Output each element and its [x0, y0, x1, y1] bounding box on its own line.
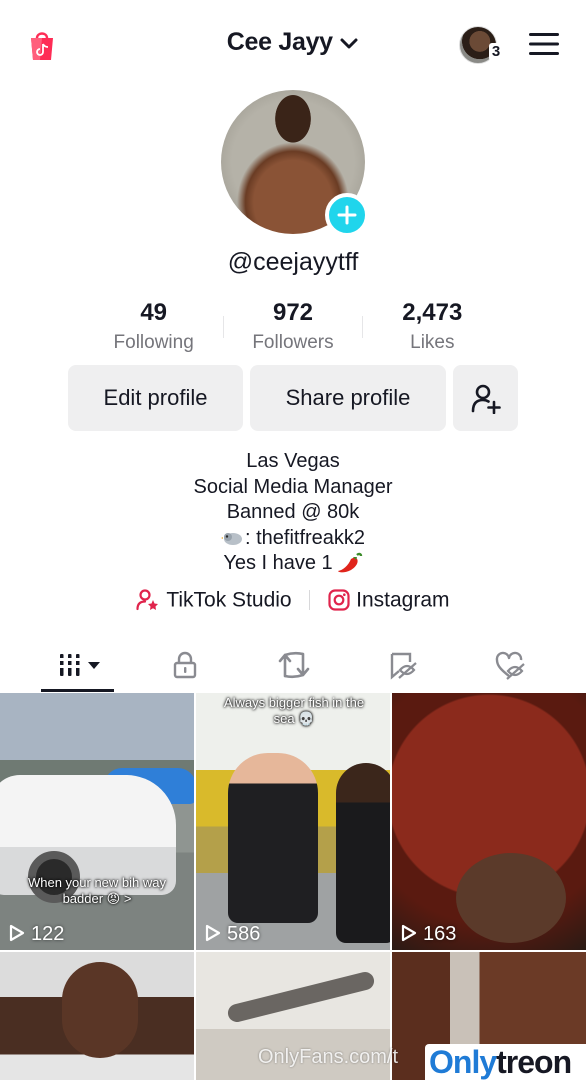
repost-icon	[278, 651, 310, 679]
video-caption: Always bigger fish in the sea 💀	[223, 695, 365, 726]
stat-divider	[223, 316, 224, 338]
bio-line-pepper: Yes I have 1	[0, 551, 586, 577]
stat-value: 972	[272, 299, 314, 326]
profile-links: TikTok Studio Instagram	[0, 588, 586, 612]
stat-divider	[362, 316, 363, 338]
tab-liked[interactable]	[470, 646, 550, 686]
chili-pepper-icon	[337, 552, 362, 573]
active-tab-indicator	[41, 689, 114, 692]
watermark-text: OnlyFans.com/t	[258, 1046, 399, 1068]
instagram-icon	[328, 589, 350, 612]
watermark-logo: Onlytreon	[425, 1044, 586, 1080]
add-story-button[interactable]	[325, 193, 369, 237]
play-icon	[9, 924, 25, 942]
video-thumbnail[interactable]: 163	[392, 693, 586, 950]
view-count: 122	[9, 923, 64, 946]
bio-text: Yes I have 1	[223, 552, 333, 574]
video-grid: When your new bih way badder 😡 > 122 Alw…	[0, 693, 586, 1080]
link-divider	[309, 590, 311, 611]
profile-handle: @ceejayytff	[227, 248, 359, 276]
bio-snapchat-handle: : thefitfreakk2	[244, 526, 366, 549]
view-count-value: 122	[31, 923, 65, 945]
tab-videos[interactable]	[36, 646, 116, 686]
stat-following[interactable]: 49 Following	[84, 298, 223, 358]
bio-line-ghost: : thefitfreakk2	[0, 526, 586, 552]
bio-line: Social Media Manager	[193, 475, 393, 498]
view-count-value: 586	[227, 923, 261, 945]
tab-hidden[interactable]	[364, 646, 444, 686]
edit-profile-button[interactable]: Edit profile	[68, 365, 243, 431]
video-caption: When your new bih way badder 😡 >	[27, 875, 166, 906]
videos-grid-icon	[60, 654, 100, 676]
video-thumbnail[interactable]: Always bigger fish in the sea 💀 586	[196, 693, 390, 950]
lock-icon	[173, 651, 197, 679]
thumbnail-image	[336, 763, 390, 943]
play-icon	[401, 924, 417, 942]
bio-line: Banned @ 80k	[226, 501, 360, 523]
view-count: 586	[205, 923, 260, 946]
profile-title: Cee Jayy	[226, 28, 333, 56]
tab-private[interactable]	[146, 646, 226, 686]
stat-label: Followers	[252, 332, 334, 353]
view-count-value: 163	[423, 923, 457, 945]
chevron-down-icon	[340, 38, 358, 49]
profile-bio: Las Vegas Social Media Manager Banned @ …	[0, 449, 586, 577]
watermark-brand-b: treon	[496, 1044, 572, 1080]
stat-likes[interactable]: 2,473 Likes	[363, 298, 502, 358]
thumbnail-image	[226, 970, 376, 1024]
tiktok-studio-icon	[136, 589, 159, 611]
menu-icon[interactable]	[528, 32, 560, 56]
stat-followers[interactable]: 972 Followers	[223, 298, 362, 358]
view-count: 163	[401, 923, 456, 946]
plus-icon	[337, 205, 357, 225]
thumbnail-image	[62, 962, 138, 1058]
instagram-link[interactable]: Instagram	[356, 588, 449, 611]
add-friends-button[interactable]	[453, 365, 518, 431]
ghost-bird-icon	[220, 532, 242, 545]
hidden-bookmark-icon	[390, 652, 417, 680]
stat-value: 2,473	[402, 299, 463, 326]
liked-heart-icon	[495, 651, 525, 680]
stat-label: Following	[113, 332, 194, 353]
tab-reposts[interactable]	[254, 646, 334, 686]
stat-value: 49	[140, 299, 168, 326]
share-profile-button[interactable]: Share profile	[250, 365, 446, 431]
bio-line: Las Vegas	[246, 450, 340, 472]
accounts-count-badge: 3	[489, 43, 503, 61]
watermark-brand-a: Only	[429, 1044, 497, 1080]
stat-label: Likes	[410, 332, 455, 353]
thumbnail-image	[456, 853, 566, 943]
video-thumbnail[interactable]: When your new bih way badder 😡 > 122	[0, 693, 194, 950]
thumbnail-image	[228, 753, 318, 923]
profile-stats: 49 Following 972 Followers 2,473 Likes	[84, 298, 502, 358]
tiktok-studio-link[interactable]: TikTok Studio	[166, 588, 291, 611]
add-person-icon	[471, 384, 501, 414]
play-icon	[205, 924, 221, 942]
content-tabs	[0, 636, 586, 692]
video-thumbnail[interactable]	[0, 952, 194, 1080]
top-bar: Cee Jayy 3	[0, 0, 586, 90]
